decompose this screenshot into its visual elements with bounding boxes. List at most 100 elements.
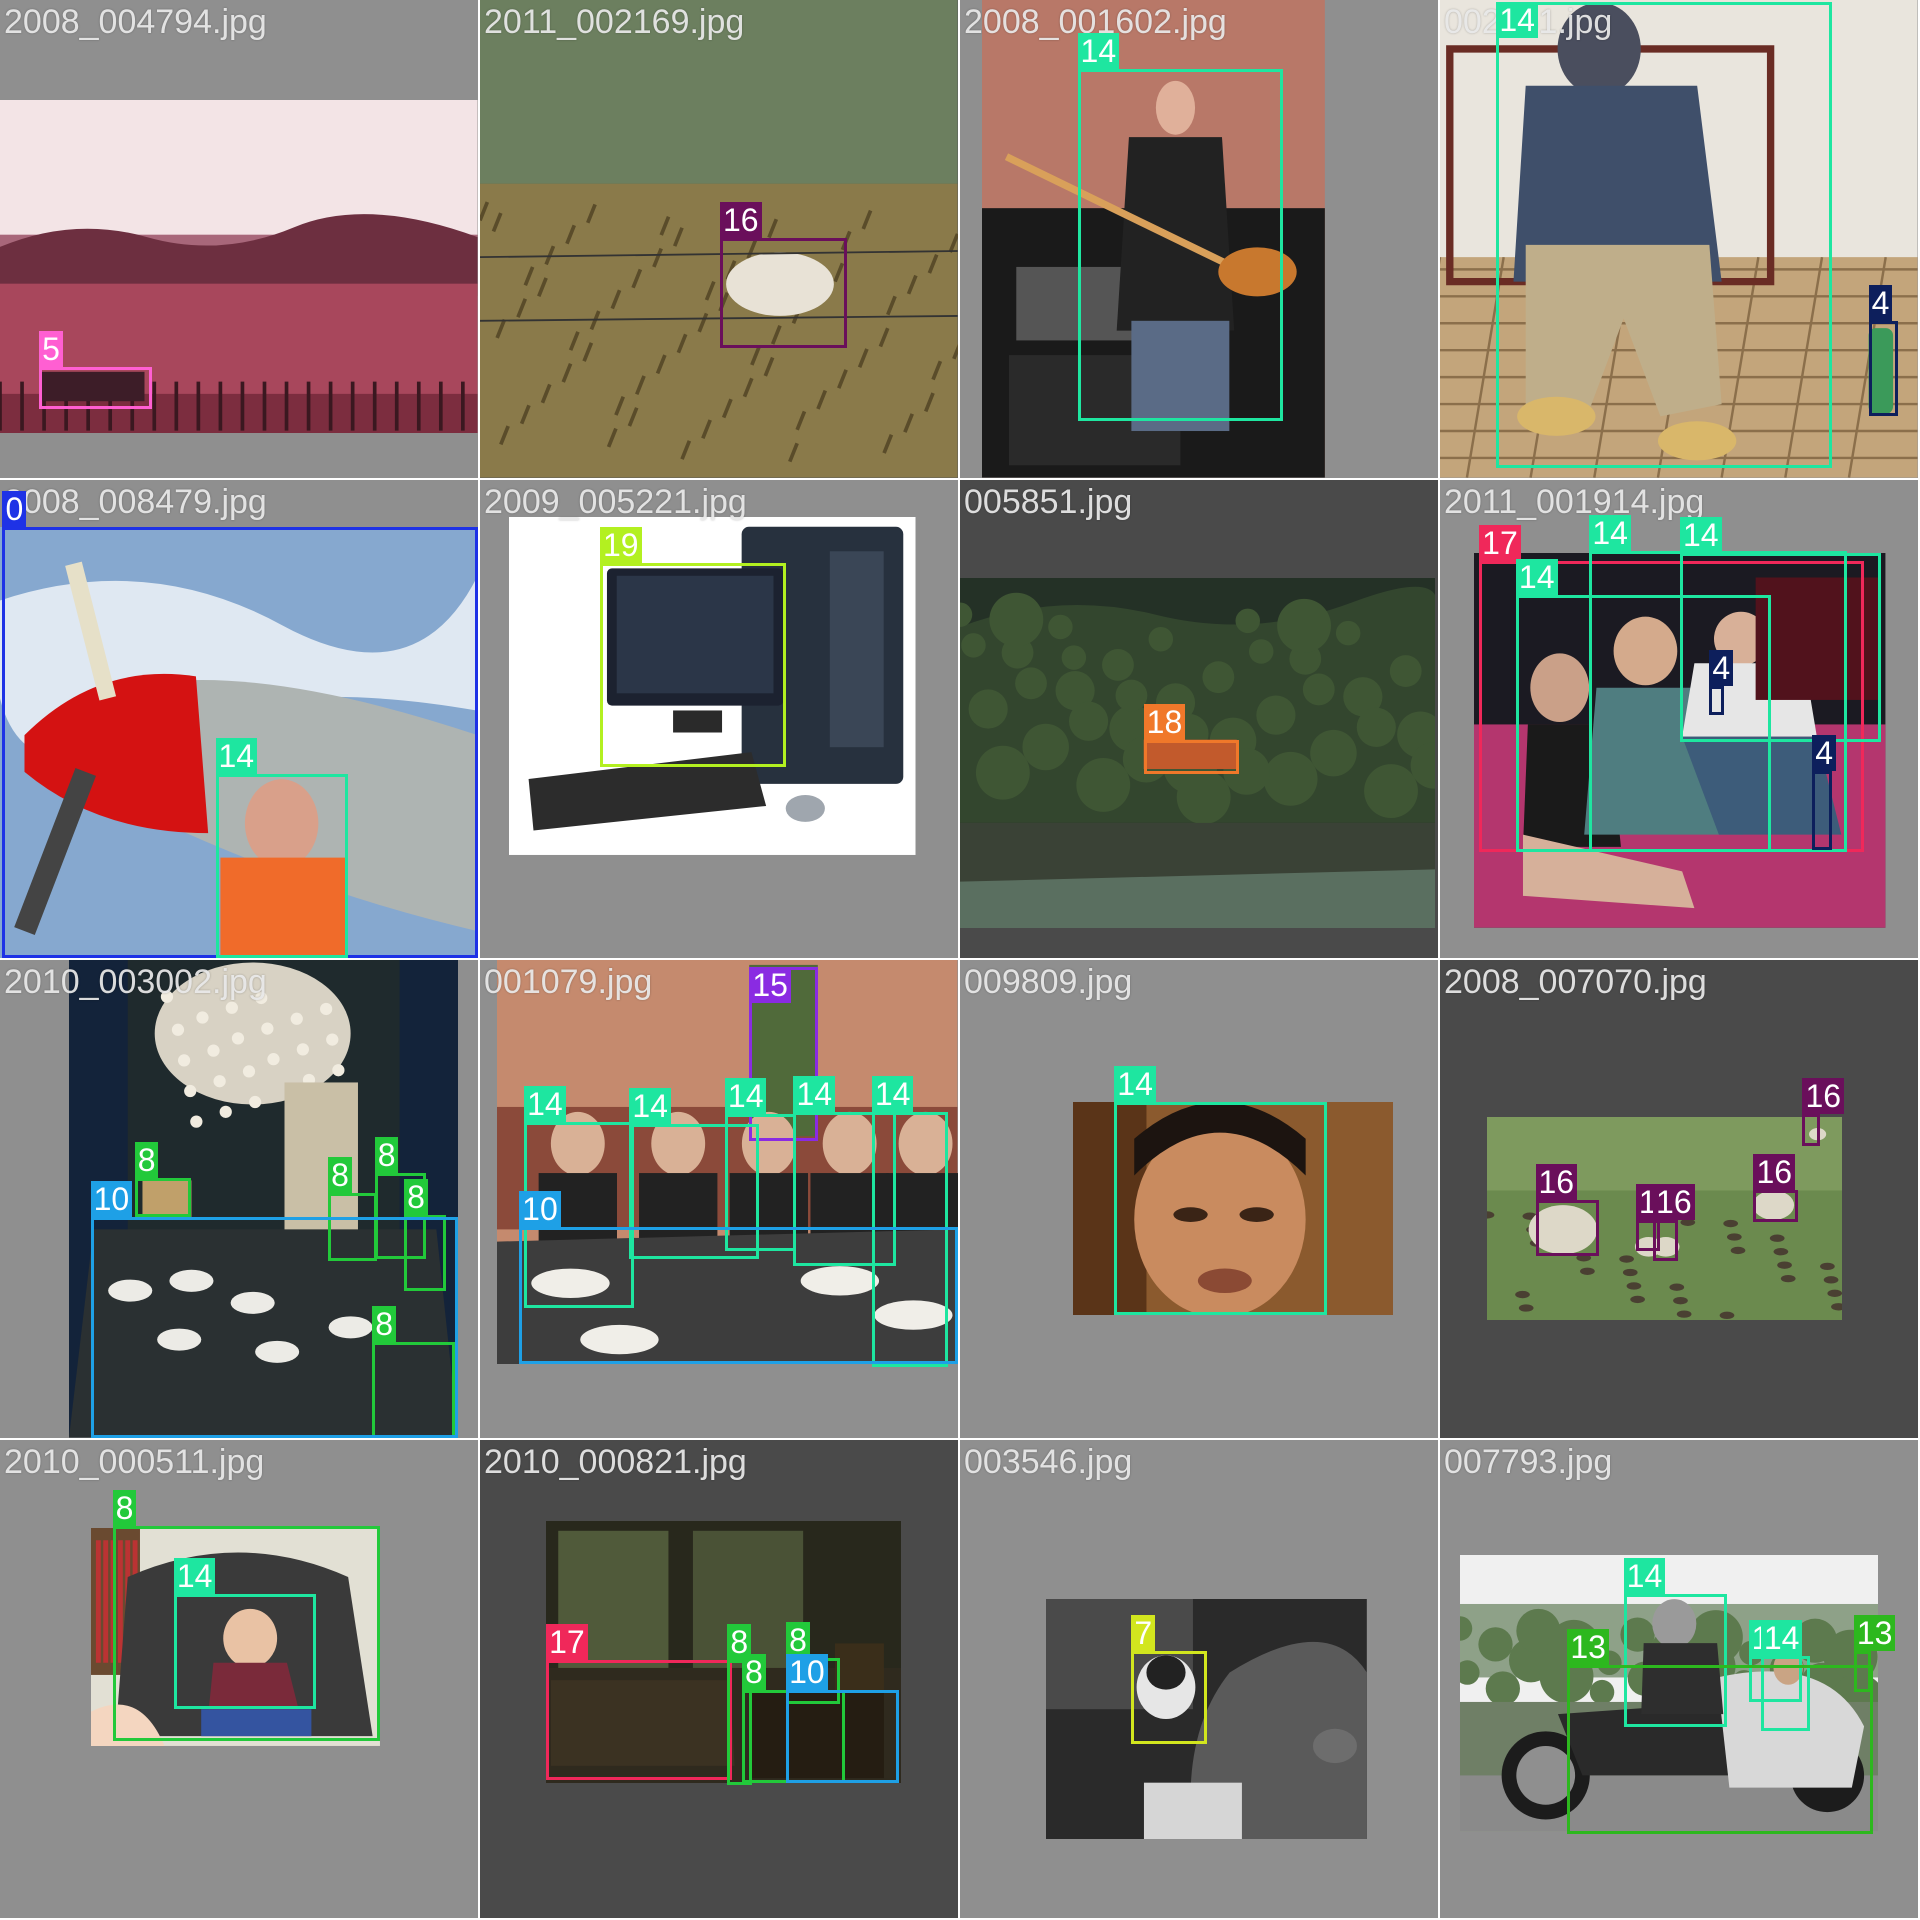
- class-label: 14: [871, 1075, 914, 1112]
- image-tile: 003546.jpg 7: [960, 1440, 1438, 1918]
- photo-field-with-sheep: [480, 0, 958, 478]
- filename-label: 2011_001914.jpg: [1444, 483, 1705, 521]
- image-tile: 005851.jpg 18: [960, 480, 1438, 958]
- class-label: 16: [1535, 1164, 1578, 1200]
- class-label: 14: [1114, 1066, 1156, 1103]
- image-tile: 2010_003002.jpg 8 8 8 8 8 10: [0, 960, 478, 1438]
- image-tile: 2010_000821.jpg 17 8 8 8 10: [480, 1440, 958, 1918]
- class-label: 0: [2, 490, 27, 527]
- class-label: 16: [1753, 1154, 1796, 1191]
- bounding-box: [1802, 1114, 1820, 1147]
- class-label: 14: [215, 737, 258, 774]
- class-label: 5: [39, 331, 63, 368]
- filename-label: 2008_007070.jpg: [1444, 963, 1707, 1001]
- class-label: 7: [1131, 1614, 1156, 1651]
- class-label: 16: [1802, 1078, 1845, 1115]
- bounding-box: [600, 563, 787, 767]
- class-label: 13: [1567, 1629, 1609, 1666]
- bounding-box: [1709, 685, 1725, 716]
- class-label: 14: [1589, 515, 1631, 552]
- class-label: 8: [134, 1141, 159, 1178]
- filename-label: 005851.jpg: [964, 483, 1133, 521]
- class-label: 18: [1143, 703, 1186, 740]
- filename-label: 2008_008479.jpg: [4, 483, 267, 521]
- bounding-box: [519, 1226, 958, 1365]
- filename-label: 003546.jpg: [964, 1443, 1133, 1481]
- filename-label: 009809.jpg: [964, 963, 1133, 1001]
- bounding-box: [1812, 771, 1832, 850]
- class-label: 10: [786, 1653, 828, 1690]
- class-label: 14: [1623, 1558, 1666, 1595]
- bounding-box: [1114, 1102, 1328, 1316]
- image-tile: 2010_000511.jpg 8 14: [0, 1440, 478, 1918]
- bounding-box: [90, 1217, 458, 1438]
- class-label: 14: [1515, 559, 1558, 596]
- class-label: 16: [720, 201, 762, 238]
- class-label: 10: [90, 1181, 133, 1218]
- filename-label: 2010_000511.jpg: [4, 1443, 265, 1481]
- class-label: 14: [724, 1078, 767, 1115]
- bounding-box: [1496, 2, 1832, 468]
- filename-label: 2009_005221.jpg: [484, 483, 747, 521]
- bounding-box: [786, 1689, 899, 1783]
- bounding-box: [1753, 1190, 1798, 1223]
- image-tile: 2008_004794.jpg 5: [0, 0, 478, 478]
- bounding-box: [39, 367, 152, 409]
- image-tile: 2008_007070.jpg1616161616: [1440, 960, 1918, 1438]
- class-label: 14: [524, 1085, 566, 1122]
- bounding-box: [215, 773, 348, 958]
- image-tile: 009809.jpg 14: [960, 960, 1438, 1438]
- bounding-box: [720, 237, 848, 348]
- class-label: 10: [519, 1190, 561, 1227]
- filename-label: 2008_004794.jpg: [4, 3, 267, 41]
- class-label: 8: [112, 1489, 137, 1526]
- filename-label: 2010_000821.jpg: [484, 1443, 747, 1481]
- image-tile: 2009_005221.jpg 19: [480, 480, 958, 958]
- bounding-box: [546, 1660, 733, 1781]
- filename-label: 001079.jpg: [484, 963, 653, 1001]
- class-label: 17: [546, 1624, 588, 1661]
- class-label: 4: [1709, 649, 1734, 686]
- bounding-box: [173, 1594, 316, 1710]
- bounding-box: [1853, 1650, 1872, 1693]
- class-label: 13: [1853, 1614, 1896, 1651]
- class-label: 19: [600, 527, 642, 564]
- filename-label: 2011_002169.jpg: [484, 3, 745, 41]
- bounding-box: [1131, 1650, 1208, 1744]
- class-label: 14: [1680, 517, 1722, 554]
- image-tile: 2011_001914.jpg 17 14 14 14 4 4: [1440, 480, 1918, 958]
- detection-mosaic: 2008_004794.jpg 5 2011_002169.jpg 16 2008_00…: [0, 0, 1920, 1920]
- class-label: 14: [1760, 1619, 1803, 1656]
- image-tile: 2008_001602.jpg 14: [960, 0, 1438, 478]
- filename-label: 007793.jpg: [1444, 1443, 1613, 1481]
- class-label: 8: [786, 1621, 810, 1658]
- class-label: 4: [1868, 284, 1893, 321]
- class-label: 14: [1077, 32, 1120, 69]
- class-label: 4: [1812, 735, 1837, 772]
- bounding-box: [1515, 595, 1771, 853]
- bounding-box: [134, 1177, 191, 1218]
- bounding-box: [1535, 1200, 1600, 1257]
- image-tile: 2008_008479.jpg 0 14: [0, 480, 478, 958]
- class-label: 15: [749, 967, 791, 1004]
- bounding-box: [1143, 739, 1240, 774]
- class-label: 17: [1479, 524, 1521, 561]
- class-label: 16: [1653, 1183, 1695, 1220]
- class-label: 14: [1496, 2, 1538, 39]
- filename-label: 2010_003002.jpg: [4, 963, 267, 1001]
- bounding-box: [1868, 320, 1898, 417]
- class-label: 8: [742, 1653, 766, 1690]
- class-label: 14: [793, 1075, 836, 1112]
- bounding-box: [1567, 1665, 1874, 1835]
- image-tile: 007793.jpg1414141313: [1440, 1440, 1918, 1918]
- class-label: 8: [404, 1178, 428, 1215]
- class-label: 14: [629, 1088, 671, 1125]
- image-tile: 001079.jpg 15 14 14 14 14 14 10: [480, 960, 958, 1438]
- class-label: 14: [173, 1558, 216, 1595]
- image-tile: 2011_002169.jpg 16: [480, 0, 958, 478]
- class-label: 8: [374, 1137, 399, 1174]
- class-label: 8: [328, 1156, 352, 1193]
- image-tile: 002151.jpg144: [1440, 0, 1918, 478]
- bounding-box: [1653, 1219, 1678, 1262]
- bounding-box: [1077, 68, 1284, 422]
